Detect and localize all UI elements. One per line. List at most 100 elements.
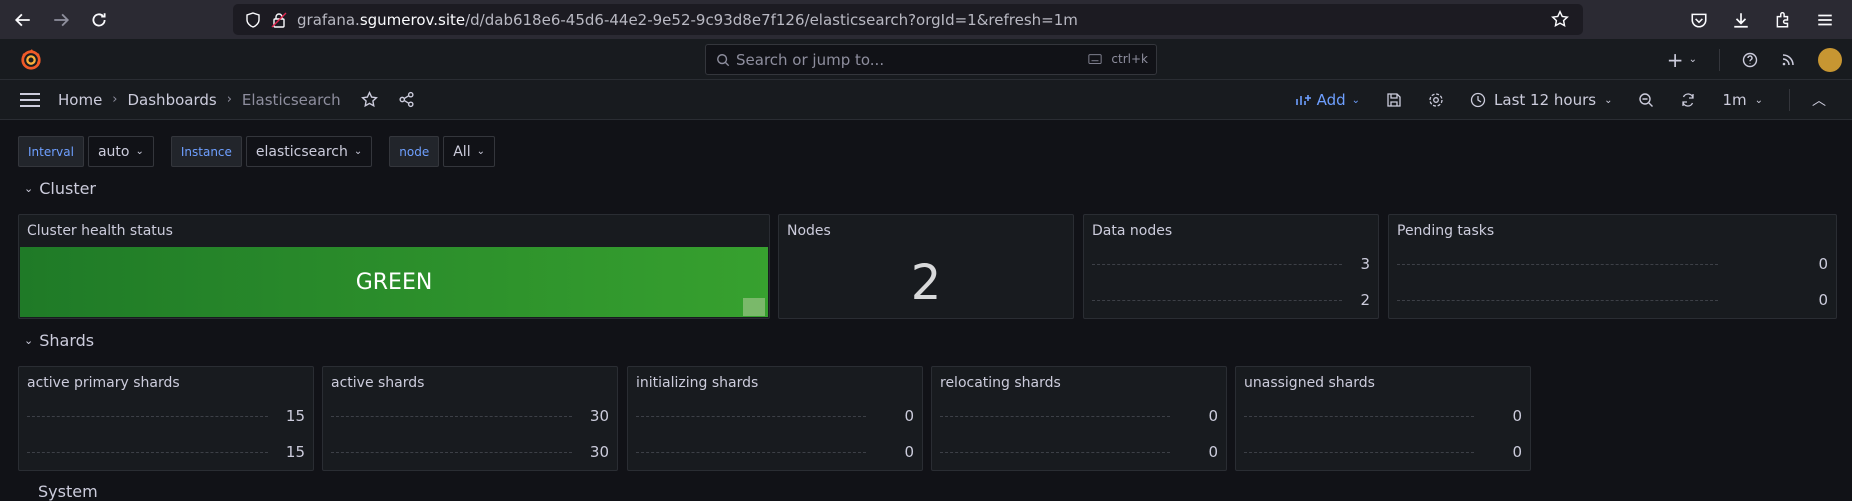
panel-relocating-shards[interactable]: relocating shards 0 0 [931, 366, 1227, 471]
arrow-right-icon [54, 13, 70, 26]
stat-value: 30 [589, 443, 609, 461]
panel-title: unassigned shards [1244, 375, 1375, 391]
url-host-prefix: grafana. [297, 10, 360, 29]
search-icon [717, 53, 730, 66]
refresh-icon [1682, 93, 1695, 107]
stat-row: 0 [1244, 441, 1522, 463]
search-input[interactable]: Search or jump to... ctrl+k [705, 44, 1157, 75]
variable-select-instance[interactable]: elasticsearch ⌄ [245, 136, 373, 167]
row-cluster[interactable]: ⌄ Cluster [24, 179, 96, 198]
url-host: sgumerov.site [359, 10, 466, 29]
variable-select-interval[interactable]: auto ⌄ [87, 136, 154, 167]
dashboard-navbar: Home › Dashboards › Elasticsearch Add ⌄ … [0, 80, 1852, 120]
variable-label-interval: Interval [18, 136, 84, 167]
back-button[interactable] [8, 5, 38, 35]
downloads-button[interactable] [1726, 5, 1756, 35]
row-title: Shards [39, 331, 95, 350]
hamburger-icon [1818, 14, 1832, 25]
stat-row: 0 [636, 441, 914, 463]
shortcut-label: ctrl+k [1111, 52, 1148, 66]
panel-title: Data nodes [1092, 223, 1173, 239]
stat-value: 30 [589, 407, 609, 425]
panel-initializing-shards[interactable]: initializing shards 0 0 [627, 366, 923, 471]
health-status-text: GREEN [355, 269, 433, 295]
reload-icon [92, 12, 106, 26]
url-path: /d/dab618e6-45d6-44e2-9e52-9c93d8e7f126/… [465, 10, 1078, 29]
stat-row: 0 [636, 405, 914, 427]
help-button[interactable] [1742, 52, 1758, 68]
share-icon [399, 91, 414, 108]
panel-pending-tasks[interactable]: Pending tasks 0 0 [1388, 214, 1837, 319]
chevron-down-icon: ⌄ [476, 146, 485, 157]
row-title: Cluster [39, 179, 97, 198]
stat-value: 3 [1360, 255, 1370, 273]
save-icon [1387, 93, 1401, 107]
pocket-button[interactable] [1684, 5, 1714, 35]
refresh-interval-label: 1m [1722, 91, 1747, 109]
panel-title: active shards [331, 375, 425, 391]
share-button[interactable] [398, 91, 415, 108]
add-button[interactable]: Add ⌄ [1295, 91, 1360, 109]
stat-row: 15 [27, 405, 305, 427]
news-button[interactable] [1780, 52, 1796, 68]
panel-title: initializing shards [636, 375, 759, 391]
menu-toggle-icon[interactable] [20, 92, 40, 107]
stat-row: 30 [331, 441, 609, 463]
gear-icon [1429, 93, 1443, 107]
pocket-icon [1691, 13, 1707, 28]
stat-row: 15 [27, 441, 305, 463]
stat-value: 0 [1818, 255, 1828, 273]
breadcrumb: Home › Dashboards › Elasticsearch [58, 91, 341, 109]
url-bar[interactable]: grafana. sgumerov.site/d/dab618e6-45d6-44… [233, 4, 1583, 35]
chevron-down-icon: ⌄ [1688, 54, 1697, 65]
row-system[interactable]: System [38, 482, 98, 501]
reload-button[interactable] [84, 5, 114, 35]
menu-button[interactable] [1810, 5, 1840, 35]
new-button[interactable]: + ⌄ [1667, 48, 1697, 72]
shield-icon [245, 11, 261, 28]
refresh-interval-picker[interactable]: 1m ⌄ [1722, 91, 1763, 109]
download-icon [1734, 12, 1748, 28]
grafana-logo-icon[interactable] [20, 49, 42, 71]
extensions-button[interactable] [1768, 5, 1798, 35]
keyboard-shortcut: ctrl+k [1088, 52, 1148, 66]
stat-row: 0 [1397, 253, 1828, 275]
collapse-button[interactable]: ︿ [1812, 90, 1826, 110]
stat-row: 2 [1092, 289, 1370, 311]
zoom-out-button[interactable] [1638, 92, 1654, 108]
stat-value: 0 [1208, 443, 1218, 461]
breadcrumb-home[interactable]: Home [58, 91, 102, 109]
breadcrumb-dashboards[interactable]: Dashboards [128, 91, 217, 109]
variables-bar: Interval auto ⌄ Instance elasticsearch ⌄ n… [18, 136, 512, 167]
panel-unassigned-shards[interactable]: unassigned shards 0 0 [1235, 366, 1531, 471]
panel-title: Nodes [787, 223, 831, 239]
time-range-label: Last 12 hours [1494, 91, 1597, 109]
forward-button[interactable] [46, 5, 76, 35]
refresh-button[interactable] [1680, 92, 1696, 108]
health-status-value: GREEN [20, 247, 768, 317]
variable-select-node[interactable]: All ⌄ [443, 136, 495, 167]
panel-active-shards[interactable]: active shards 30 30 [322, 366, 618, 471]
add-panel-icon [1295, 95, 1311, 105]
panel-data-nodes[interactable]: Data nodes 3 2 [1083, 214, 1379, 319]
settings-button[interactable] [1428, 92, 1444, 108]
star-icon [360, 91, 378, 108]
panel-active-primary-shards[interactable]: active primary shards 15 15 [18, 366, 314, 471]
panel-nodes[interactable]: Nodes 2 [778, 214, 1074, 319]
chevron-down-icon: ⌄ [1351, 94, 1361, 106]
help-icon [1742, 52, 1758, 67]
stat-value: 0 [1512, 443, 1522, 461]
stat-value: 0 [1818, 291, 1828, 309]
bookmark-star-icon[interactable] [1551, 9, 1569, 32]
user-avatar[interactable] [1818, 47, 1842, 72]
variable-label-instance: Instance [170, 136, 242, 167]
panel-cluster-health[interactable]: Cluster health status GREEN [18, 214, 770, 319]
row-shards[interactable]: ⌄ Shards [24, 331, 94, 350]
zoom-out-icon [1639, 93, 1654, 107]
status-indicator [743, 298, 765, 316]
chevron-right-icon: › [226, 92, 232, 107]
save-button[interactable] [1386, 92, 1402, 108]
grafana-topbar: Search or jump to... ctrl+k + ⌄ [0, 39, 1852, 80]
star-button[interactable] [360, 91, 378, 108]
time-range-picker[interactable]: Last 12 hours ⌄ [1470, 91, 1612, 109]
